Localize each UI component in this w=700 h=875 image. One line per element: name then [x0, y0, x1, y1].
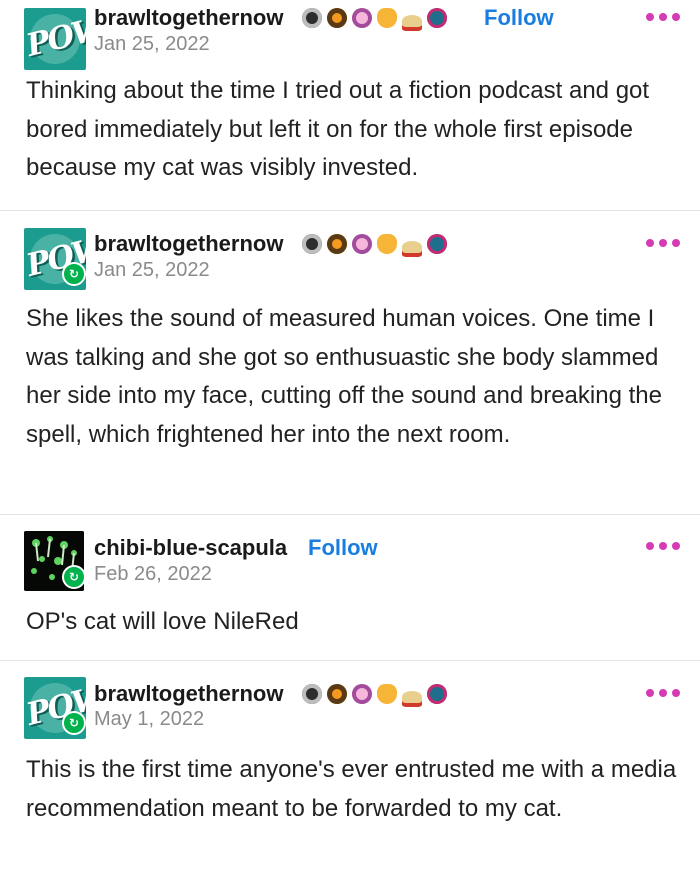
- more-options-icon[interactable]: [646, 13, 680, 21]
- paw-pink-badge-icon[interactable]: [352, 234, 372, 254]
- reblog-icon: ↻: [62, 565, 86, 589]
- username[interactable]: brawltogethernow: [94, 5, 283, 31]
- post-date: Feb 26, 2022: [94, 563, 212, 585]
- hat-icon[interactable]: [402, 15, 422, 27]
- paw-pink-badge-icon[interactable]: [352, 8, 372, 28]
- hat-icon[interactable]: [402, 691, 422, 703]
- follow-button[interactable]: Follow: [308, 535, 378, 561]
- post-2: POW ↻ brawltogethernow Jan 25, 2022 She …: [0, 211, 700, 514]
- paw-orange-badge-icon[interactable]: [327, 234, 347, 254]
- username[interactable]: brawltogethernow: [94, 231, 283, 257]
- paw-orange-badge-icon[interactable]: [327, 8, 347, 28]
- hat-icon[interactable]: [402, 241, 422, 253]
- paw-badge-icon[interactable]: [302, 684, 322, 704]
- paw-orange-badge-icon[interactable]: [327, 684, 347, 704]
- badge-row: [302, 5, 447, 31]
- post-body: Thinking about the time I tried out a fi…: [26, 77, 650, 181]
- post-3: ↻ chibi-blue-scapula Follow Feb 26, 2022…: [0, 515, 700, 660]
- reblog-icon: ↻: [62, 262, 86, 286]
- open-sign-icon[interactable]: [427, 8, 447, 28]
- username[interactable]: brawltogethernow: [94, 681, 283, 707]
- avatar[interactable]: POW: [24, 8, 86, 70]
- crab-icon[interactable]: [377, 684, 397, 704]
- post-body: This is the first time anyone's ever ent…: [26, 756, 677, 822]
- post-body: She likes the sound of measured human vo…: [26, 305, 662, 448]
- post-date: Jan 25, 2022: [94, 259, 210, 281]
- post-date: May 1, 2022: [94, 708, 205, 730]
- post-1: POW brawltogethernow Follow Jan 25, 2022…: [0, 0, 700, 210]
- open-sign-icon[interactable]: [427, 234, 447, 254]
- more-options-icon[interactable]: [646, 689, 680, 697]
- post-4: POW ↻ brawltogethernow May 1, 2022 This …: [0, 661, 700, 875]
- crab-icon[interactable]: [377, 234, 397, 254]
- badge-row: [302, 681, 447, 707]
- username[interactable]: chibi-blue-scapula: [94, 535, 287, 561]
- open-sign-icon[interactable]: [427, 684, 447, 704]
- paw-badge-icon[interactable]: [302, 8, 322, 28]
- post-body: OP's cat will love NileRed: [26, 608, 299, 635]
- more-options-icon[interactable]: [646, 239, 680, 247]
- more-options-icon[interactable]: [646, 542, 680, 550]
- crab-icon[interactable]: [377, 8, 397, 28]
- paw-badge-icon[interactable]: [302, 234, 322, 254]
- paw-pink-badge-icon[interactable]: [352, 684, 372, 704]
- reblog-icon: ↻: [62, 711, 86, 735]
- post-date: Jan 25, 2022: [94, 33, 210, 55]
- badge-row: [302, 231, 447, 257]
- follow-button[interactable]: Follow: [484, 5, 554, 31]
